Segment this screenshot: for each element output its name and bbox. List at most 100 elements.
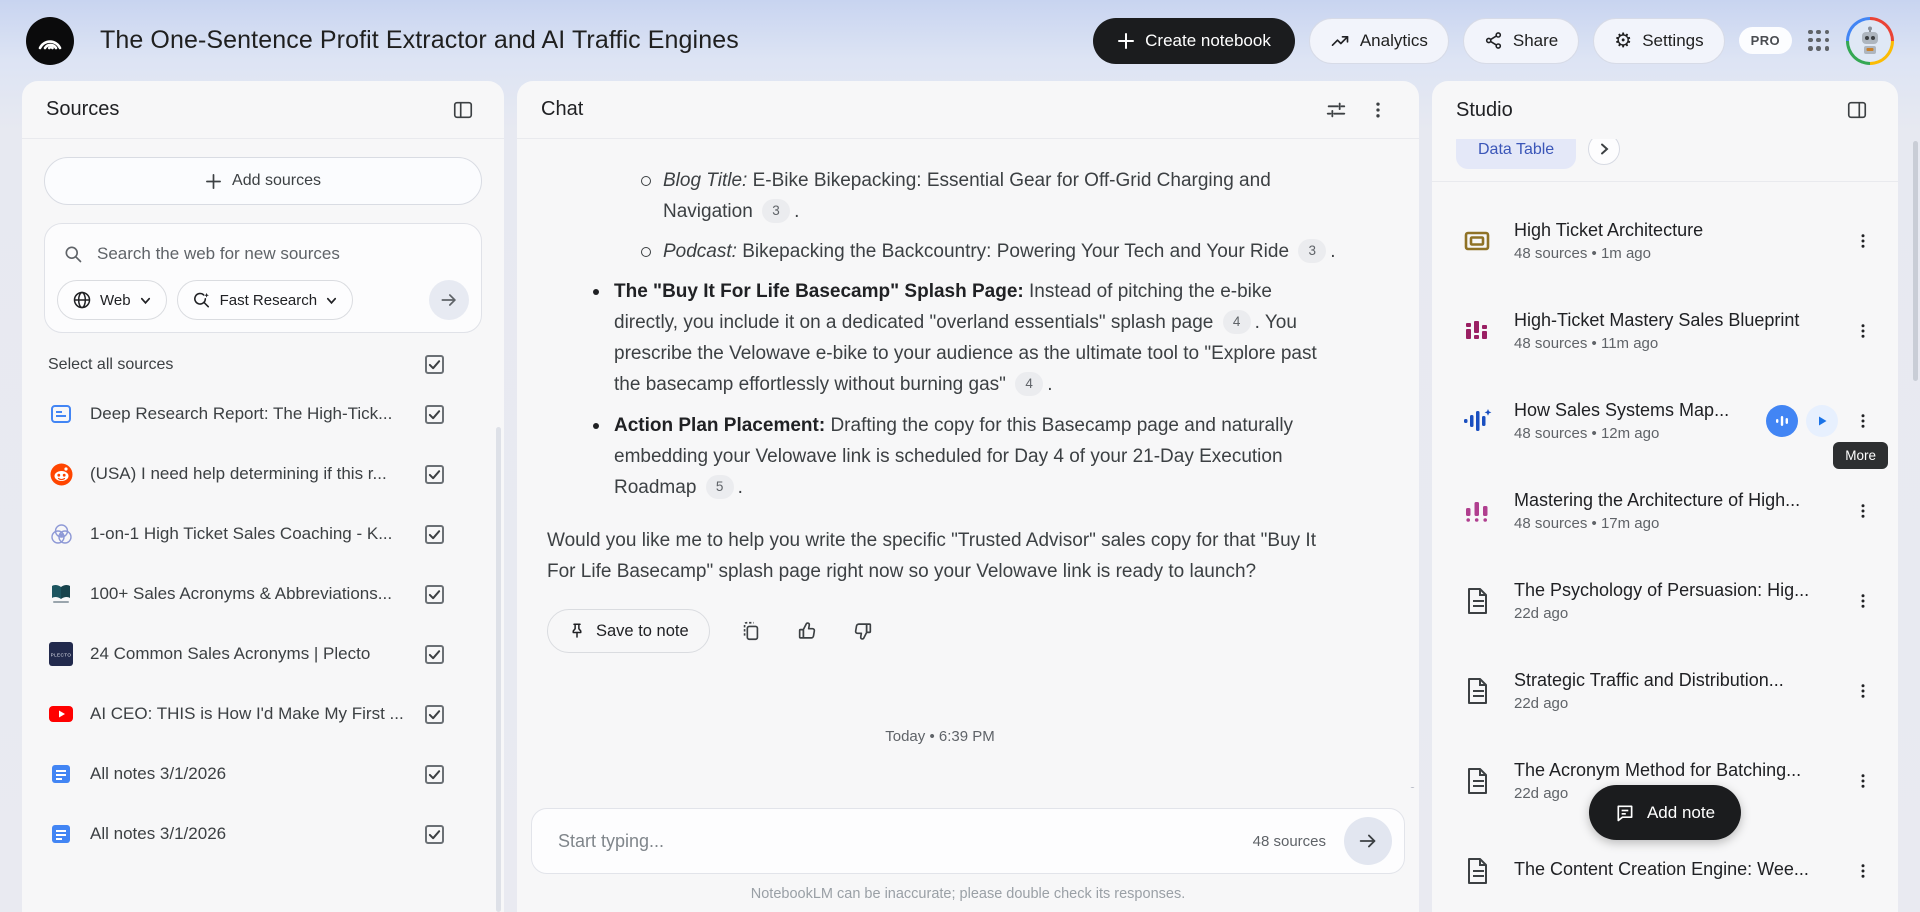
source-checkbox[interactable] bbox=[425, 465, 444, 484]
venn-diagram-icon bbox=[48, 521, 74, 547]
item-more-kebab-icon[interactable] bbox=[1846, 224, 1880, 258]
notes-blue-icon bbox=[48, 761, 74, 787]
item-more-kebab-icon[interactable] bbox=[1846, 764, 1880, 798]
source-row[interactable]: (USA) I need help determining if this r.… bbox=[22, 444, 504, 504]
citation-chip[interactable]: 3 bbox=[762, 199, 790, 223]
sources-list: Deep Research Report: The High-Tick... (… bbox=[22, 384, 504, 864]
item-more-kebab-icon[interactable] bbox=[1846, 674, 1880, 708]
chevron-down-icon bbox=[139, 294, 152, 307]
tools-next-arrow-button[interactable] bbox=[1588, 139, 1620, 165]
report-doc-icon bbox=[1460, 854, 1494, 888]
chat-title: Chat bbox=[541, 98, 583, 121]
source-checkbox[interactable] bbox=[425, 825, 444, 844]
chat-timestamp: Today • 6:39 PM bbox=[541, 721, 1339, 752]
chat-messages: Blog Title: E-Bike Bikepacking: Essentia… bbox=[517, 139, 1419, 788]
add-note-button[interactable]: Add note bbox=[1589, 785, 1741, 840]
source-checkbox[interactable] bbox=[425, 405, 444, 424]
gear-icon: ⚙ bbox=[1614, 31, 1632, 51]
item-more-kebab-icon[interactable] bbox=[1846, 584, 1880, 618]
studio-item-row[interactable]: High-Ticket Mastery Sales Blueprint 48 s… bbox=[1432, 286, 1898, 376]
interactive-mode-icon[interactable] bbox=[1766, 405, 1798, 437]
studio-item-row[interactable]: High Ticket Architecture 48 sources • 1m… bbox=[1432, 196, 1898, 286]
studio-item-row-audio[interactable]: How Sales Systems Map... 48 sources • 12… bbox=[1432, 376, 1898, 466]
source-checkbox[interactable] bbox=[425, 645, 444, 664]
chat-sub-bullet: Blog Title: E-Bike Bikepacking: Essentia… bbox=[641, 165, 1339, 227]
source-checkbox[interactable] bbox=[425, 585, 444, 604]
send-message-button[interactable] bbox=[1344, 817, 1392, 865]
citation-chip[interactable]: 4 bbox=[1223, 310, 1251, 334]
chat-scrollbar[interactable] bbox=[1410, 787, 1415, 788]
sources-count-label: 48 sources bbox=[1253, 833, 1326, 850]
studio-item-row[interactable]: Strategic Traffic and Distribution... 22… bbox=[1432, 646, 1898, 736]
plus-icon bbox=[1117, 32, 1135, 50]
report-doc-icon bbox=[1460, 764, 1494, 798]
sources-panel: Sources Add sources Web bbox=[22, 81, 504, 912]
fast-research-icon bbox=[192, 290, 212, 310]
chevron-down-icon bbox=[325, 294, 338, 307]
play-audio-icon[interactable] bbox=[1806, 405, 1838, 437]
youtube-icon bbox=[48, 701, 74, 727]
studio-title: Studio bbox=[1456, 99, 1513, 122]
flow-chart-pink-icon bbox=[1460, 494, 1494, 528]
bar-chart-magenta-icon bbox=[1460, 314, 1494, 348]
studio-scrollbar[interactable] bbox=[1913, 141, 1918, 381]
save-to-note-button[interactable]: Save to note bbox=[547, 609, 710, 653]
notebook-title[interactable]: The One-Sentence Profit Extractor and AI… bbox=[100, 26, 739, 55]
studio-item-row[interactable]: The Psychology of Persuasion: Hig... 22d… bbox=[1432, 556, 1898, 646]
share-button[interactable]: Share bbox=[1463, 18, 1579, 64]
main-content: Sources Add sources Web bbox=[0, 81, 1920, 912]
citation-chip[interactable]: 4 bbox=[1015, 372, 1043, 396]
chat-input[interactable] bbox=[558, 831, 1253, 852]
audio-waveform-icon bbox=[1460, 404, 1494, 438]
open-book-icon bbox=[48, 581, 74, 607]
collapse-studio-panel-icon[interactable] bbox=[1840, 93, 1874, 127]
search-submit-arrow-button[interactable] bbox=[429, 280, 469, 320]
top-bar: The One-Sentence Profit Extractor and AI… bbox=[0, 0, 1920, 81]
thumbs-down-icon[interactable] bbox=[848, 616, 878, 646]
source-row[interactable]: AI CEO: THIS is How I'd Make My First ..… bbox=[22, 684, 504, 744]
source-checkbox[interactable] bbox=[425, 525, 444, 544]
document-blue-icon bbox=[48, 401, 74, 427]
settings-button[interactable]: ⚙ Settings bbox=[1593, 18, 1724, 64]
select-all-checkbox[interactable] bbox=[425, 355, 444, 374]
account-avatar[interactable] bbox=[1846, 17, 1894, 65]
item-more-kebab-icon[interactable] bbox=[1846, 494, 1880, 528]
source-row[interactable]: Deep Research Report: The High-Tick... bbox=[22, 384, 504, 444]
studio-item-row[interactable]: Mastering the Architecture of High... 48… bbox=[1432, 466, 1898, 556]
web-search-card: Web Fast Research bbox=[44, 223, 482, 333]
citation-chip[interactable]: 5 bbox=[706, 475, 734, 499]
svg-text:PLECTO: PLECTO bbox=[51, 653, 72, 658]
item-more-kebab-icon[interactable] bbox=[1846, 314, 1880, 348]
chat-settings-sliders-icon[interactable] bbox=[1319, 93, 1353, 127]
google-apps-grid-icon[interactable] bbox=[1806, 28, 1832, 54]
globe-icon bbox=[72, 290, 92, 310]
source-checkbox[interactable] bbox=[425, 765, 444, 784]
item-more-kebab-icon[interactable] bbox=[1846, 404, 1880, 438]
source-row[interactable]: PLECTO 24 Common Sales Acronyms | Plecto bbox=[22, 624, 504, 684]
source-checkbox[interactable] bbox=[425, 705, 444, 724]
studio-tools-strip: Data Table bbox=[1432, 139, 1898, 182]
source-row[interactable]: All notes 3/1/2026 bbox=[22, 744, 504, 804]
collapse-sources-panel-icon[interactable] bbox=[446, 93, 480, 127]
source-row[interactable]: 1-on-1 High Ticket Sales Coaching - K... bbox=[22, 504, 504, 564]
citation-chip[interactable]: 3 bbox=[1298, 239, 1326, 263]
copy-icon[interactable] bbox=[736, 616, 766, 646]
add-sources-button[interactable]: Add sources bbox=[44, 157, 482, 205]
create-notebook-button[interactable]: Create notebook bbox=[1093, 18, 1295, 64]
source-row[interactable]: All notes 3/1/2026 bbox=[22, 804, 504, 864]
chat-more-kebab-icon[interactable] bbox=[1361, 93, 1395, 127]
web-filter-chip[interactable]: Web bbox=[57, 280, 167, 320]
data-table-tool-chip[interactable]: Data Table bbox=[1456, 139, 1576, 169]
item-more-kebab-icon[interactable] bbox=[1846, 854, 1880, 888]
source-row[interactable]: 100+ Sales Acronyms & Abbreviations... bbox=[22, 564, 504, 624]
research-mode-chip[interactable]: Fast Research bbox=[177, 280, 354, 320]
notebooklm-logo-icon[interactable] bbox=[26, 17, 74, 65]
thumbs-up-icon[interactable] bbox=[792, 616, 822, 646]
search-input[interactable] bbox=[97, 244, 463, 264]
analytics-button[interactable]: Analytics bbox=[1309, 18, 1449, 64]
sources-scrollbar[interactable] bbox=[496, 427, 501, 912]
chat-bullet: Action Plan Placement: Drafting the copy… bbox=[591, 410, 1339, 503]
add-note-icon bbox=[1615, 803, 1635, 823]
chat-sub-bullet: Podcast: Bikepacking the Backcountry: Po… bbox=[641, 236, 1339, 267]
plus-icon bbox=[205, 173, 222, 190]
